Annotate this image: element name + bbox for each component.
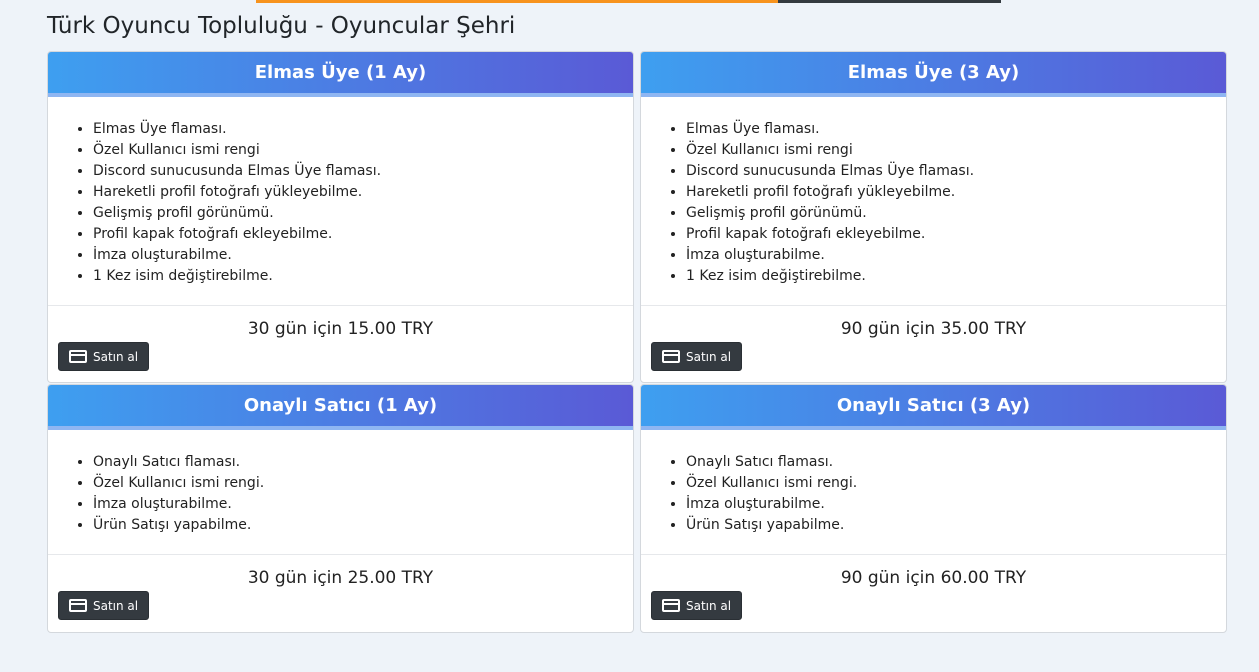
package-features: Elmas Üye flaması. Özel Kullanıcı ismi r… <box>641 97 1226 306</box>
feature-item: İmza oluşturabilme. <box>93 245 633 266</box>
feature-item: 1 Kez isim değiştirebilme. <box>93 266 633 287</box>
feature-item: Onaylı Satıcı flaması. <box>93 452 633 473</box>
credit-card-icon <box>662 599 680 612</box>
feature-list: Onaylı Satıcı flaması. Özel Kullanıcı is… <box>48 430 633 536</box>
package-price: 90 gün için 60.00 TRY <box>840 568 1027 588</box>
feature-item: Özel Kullanıcı ismi rengi. <box>686 473 1226 494</box>
feature-item: Elmas Üye flaması. <box>93 119 633 140</box>
buy-button-label: Satın al <box>93 598 139 613</box>
buy-button[interactable]: Satın al <box>651 342 743 371</box>
package-card-satici-3: Onaylı Satıcı (3 Ay) Onaylı Satıcı flama… <box>640 384 1227 633</box>
buy-button[interactable]: Satın al <box>58 591 150 620</box>
feature-list: Elmas Üye flaması. Özel Kullanıcı ismi r… <box>48 97 633 287</box>
package-card-elmas-1: Elmas Üye (1 Ay) Elmas Üye flaması. Özel… <box>47 51 634 383</box>
package-price: 30 gün için 25.00 TRY <box>247 568 434 588</box>
buy-button-label: Satın al <box>686 598 732 613</box>
package-title: Onaylı Satıcı (1 Ay) <box>48 385 633 430</box>
package-footer: 30 gün için 15.00 TRY Satın al <box>48 306 633 371</box>
feature-item: Ürün Satışı yapabilme. <box>686 515 1226 536</box>
feature-item: İmza oluşturabilme. <box>93 494 633 515</box>
feature-item: Discord sunucusunda Elmas Üye flaması. <box>686 161 1226 182</box>
feature-item: 1 Kez isim değiştirebilme. <box>686 266 1226 287</box>
feature-item: Ürün Satışı yapabilme. <box>93 515 633 536</box>
credit-card-icon <box>69 599 87 612</box>
progress-bar <box>256 0 1001 3</box>
buy-button-label: Satın al <box>93 349 139 364</box>
buy-button[interactable]: Satın al <box>58 342 150 371</box>
feature-item: Özel Kullanıcı ismi rengi <box>686 140 1226 161</box>
feature-item: Elmas Üye flaması. <box>686 119 1226 140</box>
package-features: Onaylı Satıcı flaması. Özel Kullanıcı is… <box>48 430 633 555</box>
feature-list: Onaylı Satıcı flaması. Özel Kullanıcı is… <box>641 430 1226 536</box>
feature-list: Elmas Üye flaması. Özel Kullanıcı ismi r… <box>641 97 1226 287</box>
feature-item: Özel Kullanıcı ismi rengi. <box>93 473 633 494</box>
credit-card-icon <box>69 350 87 363</box>
package-card-elmas-3: Elmas Üye (3 Ay) Elmas Üye flaması. Özel… <box>640 51 1227 383</box>
buy-button-label: Satın al <box>686 349 732 364</box>
feature-item: Discord sunucusunda Elmas Üye flaması. <box>93 161 633 182</box>
package-features: Onaylı Satıcı flaması. Özel Kullanıcı is… <box>641 430 1226 555</box>
package-price: 30 gün için 15.00 TRY <box>247 319 434 339</box>
buy-button[interactable]: Satın al <box>651 591 743 620</box>
feature-item: Onaylı Satıcı flaması. <box>686 452 1226 473</box>
package-title: Elmas Üye (3 Ay) <box>641 52 1226 97</box>
credit-card-icon <box>662 350 680 363</box>
feature-item: Gelişmiş profil görünümü. <box>93 203 633 224</box>
package-footer: 90 gün için 35.00 TRY Satın al <box>641 306 1226 371</box>
progress-bar-fill <box>256 0 778 3</box>
package-title: Onaylı Satıcı (3 Ay) <box>641 385 1226 430</box>
page-title: Türk Oyuncu Topluluğu - Oyuncular Şehri <box>47 13 516 39</box>
package-features: Elmas Üye flaması. Özel Kullanıcı ismi r… <box>48 97 633 306</box>
package-price: 90 gün için 35.00 TRY <box>840 319 1027 339</box>
feature-item: Gelişmiş profil görünümü. <box>686 203 1226 224</box>
package-card-satici-1: Onaylı Satıcı (1 Ay) Onaylı Satıcı flama… <box>47 384 634 633</box>
feature-item: Hareketli profil fotoğrafı yükleyebilme. <box>93 182 633 203</box>
package-footer: 30 gün için 25.00 TRY Satın al <box>48 555 633 620</box>
feature-item: Hareketli profil fotoğrafı yükleyebilme. <box>686 182 1226 203</box>
package-footer: 90 gün için 60.00 TRY Satın al <box>641 555 1226 620</box>
feature-item: Özel Kullanıcı ismi rengi <box>93 140 633 161</box>
package-title: Elmas Üye (1 Ay) <box>48 52 633 97</box>
feature-item: Profil kapak fotoğrafı ekleyebilme. <box>93 224 633 245</box>
feature-item: İmza oluşturabilme. <box>686 494 1226 515</box>
feature-item: Profil kapak fotoğrafı ekleyebilme. <box>686 224 1226 245</box>
feature-item: İmza oluşturabilme. <box>686 245 1226 266</box>
